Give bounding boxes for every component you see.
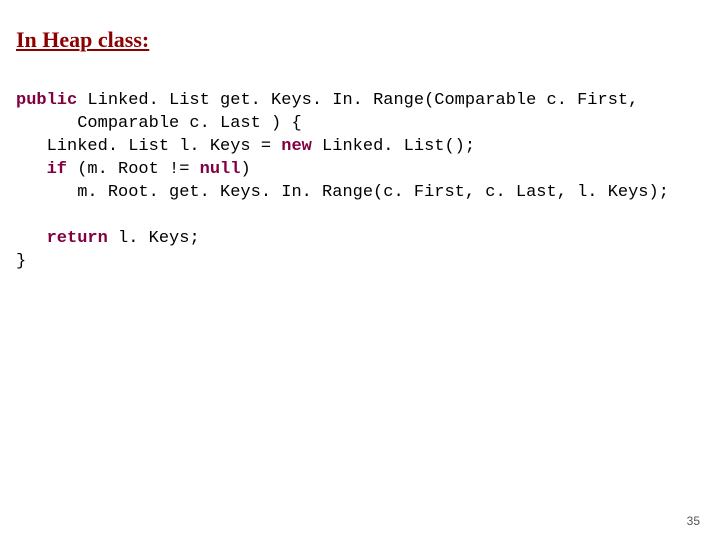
slide: In Heap class: public Linked. List get. … <box>0 0 720 540</box>
page-number: 35 <box>687 514 700 528</box>
code-text: Linked. List get. Keys. In. Range(Compar… <box>77 91 638 110</box>
code-text: Linked. List(); <box>312 137 475 156</box>
keyword-public: public <box>16 91 77 110</box>
code-text: l. Keys; <box>108 229 200 248</box>
code-block: public Linked. List get. Keys. In. Range… <box>16 90 690 274</box>
code-text: Linked. List l. Keys = <box>16 137 281 156</box>
code-text: Comparable c. Last ) { <box>16 114 302 133</box>
keyword-null: null <box>200 160 241 179</box>
code-text: ) <box>240 160 250 179</box>
keyword-return: return <box>47 229 108 248</box>
code-text <box>16 160 47 179</box>
code-text: (m. Root != <box>67 160 200 179</box>
keyword-if: if <box>47 160 67 179</box>
code-text: } <box>16 252 26 271</box>
code-text: m. Root. get. Keys. In. Range(c. First, … <box>16 183 669 202</box>
code-text <box>16 229 47 248</box>
slide-heading: In Heap class: <box>16 27 149 53</box>
keyword-new: new <box>281 137 312 156</box>
